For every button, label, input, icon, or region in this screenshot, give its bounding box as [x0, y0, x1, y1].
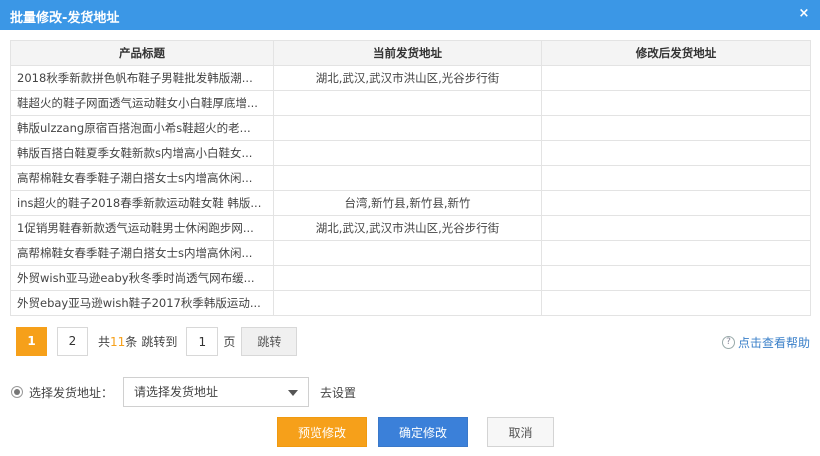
new-address-cell [541, 140, 811, 166]
table-row: ins超火的鞋子2018春季新款运动鞋女鞋 韩版... 台湾,新竹县,新竹县,新竹 [10, 190, 811, 216]
product-title-cell: 1促销男鞋春新款透气运动鞋男士休闲跑步网... [10, 215, 274, 241]
product-table: 产品标题 当前发货地址 修改后发货地址 2018秋季新款拼色帆布鞋子男鞋批发韩版… [10, 40, 811, 316]
page-unit-label: 页 [223, 335, 236, 349]
help-label: 点击查看帮助 [737, 336, 810, 350]
new-address-cell [541, 215, 811, 241]
product-title-cell: 2018秋季新款拼色帆布鞋子男鞋批发韩版潮... [10, 65, 274, 91]
current-address-cell [273, 265, 542, 291]
product-title-cell: 高帮棉鞋女春季鞋子潮白搭女士s内增高休闲... [10, 165, 274, 191]
product-title-cell: 韩版ulzzang原宿百搭泡面小希s鞋超火的老... [10, 115, 274, 141]
new-address-cell [541, 165, 811, 191]
product-title-cell: ins超火的鞋子2018春季新款运动鞋女鞋 韩版... [10, 190, 274, 216]
total-number: 11 [110, 335, 126, 349]
current-address-cell [273, 165, 542, 191]
new-address-cell [541, 90, 811, 116]
current-address-cell: 台湾,新竹县,新竹县,新竹 [273, 190, 542, 216]
current-address-cell [273, 140, 542, 166]
pagination: 1 2 共11条 跳转到 页 跳转 [16, 327, 298, 356]
preview-button[interactable]: 预览修改 [277, 417, 367, 447]
action-bar: 预览修改 确定修改 取消 [277, 417, 565, 447]
address-select-value: 请选择发货地址 [134, 385, 219, 399]
go-button[interactable]: 跳转 [241, 327, 298, 356]
product-title-cell: 鞋超火的鞋子网面透气运动鞋女小白鞋厚底增... [10, 90, 274, 116]
new-address-cell [541, 290, 811, 316]
question-circle-icon: ? [721, 336, 735, 349]
table-row: 韩版百搭白鞋夏季女鞋新款s内增高小白鞋女... [10, 140, 811, 166]
table-row: 2018秋季新款拼色帆布鞋子男鞋批发韩版潮... 湖北,武汉,武汉市洪山区,光谷步… [10, 65, 811, 91]
column-header-title: 产品标题 [10, 40, 274, 66]
chevron-down-icon [288, 390, 299, 396]
address-label: 选择发货地址： [29, 385, 114, 400]
current-address-cell [273, 290, 542, 316]
product-title-cell: 外贸wish亚马逊eaby秋冬季时尚透气网布缓... [10, 265, 274, 291]
new-address-cell [541, 115, 811, 141]
total-prefix: 共 [98, 335, 111, 349]
table-header-row: 产品标题 当前发货地址 修改后发货地址 [10, 40, 811, 66]
address-radio[interactable] [11, 386, 23, 398]
current-address-cell: 湖北,武汉,武汉市洪山区,光谷步行街 [273, 65, 542, 91]
page-jump-input[interactable] [186, 327, 219, 356]
jump-label: 跳转到 [141, 335, 178, 349]
column-header-current-address: 当前发货地址 [273, 40, 542, 66]
page-button-1[interactable]: 1 [16, 327, 47, 356]
address-selector-row: 选择发货地址： 请选择发货地址 去设置 [11, 377, 356, 407]
current-address-cell: 湖北,武汉,武汉市洪山区,光谷步行街 [273, 215, 542, 241]
table-row: 外贸wish亚马逊eaby秋冬季时尚透气网布缓... [10, 265, 811, 291]
new-address-cell [541, 265, 811, 291]
table-row: 鞋超火的鞋子网面透气运动鞋女小白鞋厚底增... [10, 90, 811, 116]
close-icon[interactable]: × [796, 6, 812, 22]
address-select[interactable]: 请选择发货地址 [123, 377, 310, 407]
settings-link[interactable]: 去设置 [320, 384, 356, 401]
product-title-cell: 外贸ebay亚马逊wish鞋子2017秋季韩版运动... [10, 290, 274, 316]
current-address-cell [273, 240, 542, 266]
new-address-cell [541, 190, 811, 216]
new-address-cell [541, 240, 811, 266]
column-header-new-address: 修改后发货地址 [541, 40, 811, 66]
table-row: 韩版ulzzang原宿百搭泡面小希s鞋超火的老... [10, 115, 811, 141]
table-row: 1促销男鞋春新款透气运动鞋男士休闲跑步网... 湖北,武汉,武汉市洪山区,光谷步行… [10, 215, 811, 241]
total-count: 共11条 [98, 333, 137, 350]
dialog-title: 批量修改-发货地址 [10, 11, 120, 26]
total-suffix: 条 [125, 335, 138, 349]
new-address-cell [541, 65, 811, 91]
cancel-button[interactable]: 取消 [487, 417, 554, 447]
table-row: 高帮棉鞋女春季鞋子潮白搭女士s内增高休闲... [10, 165, 811, 191]
current-address-cell [273, 90, 542, 116]
confirm-button[interactable]: 确定修改 [378, 417, 468, 447]
dialog-titlebar: 批量修改-发货地址 × [0, 0, 820, 30]
help-link[interactable]: ? 点击查看帮助 [721, 334, 810, 351]
product-title-cell: 韩版百搭白鞋夏季女鞋新款s内增高小白鞋女... [10, 140, 274, 166]
table-row: 高帮棉鞋女春季鞋子潮白搭女士s内增高休闲... [10, 240, 811, 266]
product-title-cell: 高帮棉鞋女春季鞋子潮白搭女士s内增高休闲... [10, 240, 274, 266]
page-button-2[interactable]: 2 [57, 327, 88, 356]
table-row: 外贸ebay亚马逊wish鞋子2017秋季韩版运动... [10, 290, 811, 316]
current-address-cell [273, 115, 542, 141]
